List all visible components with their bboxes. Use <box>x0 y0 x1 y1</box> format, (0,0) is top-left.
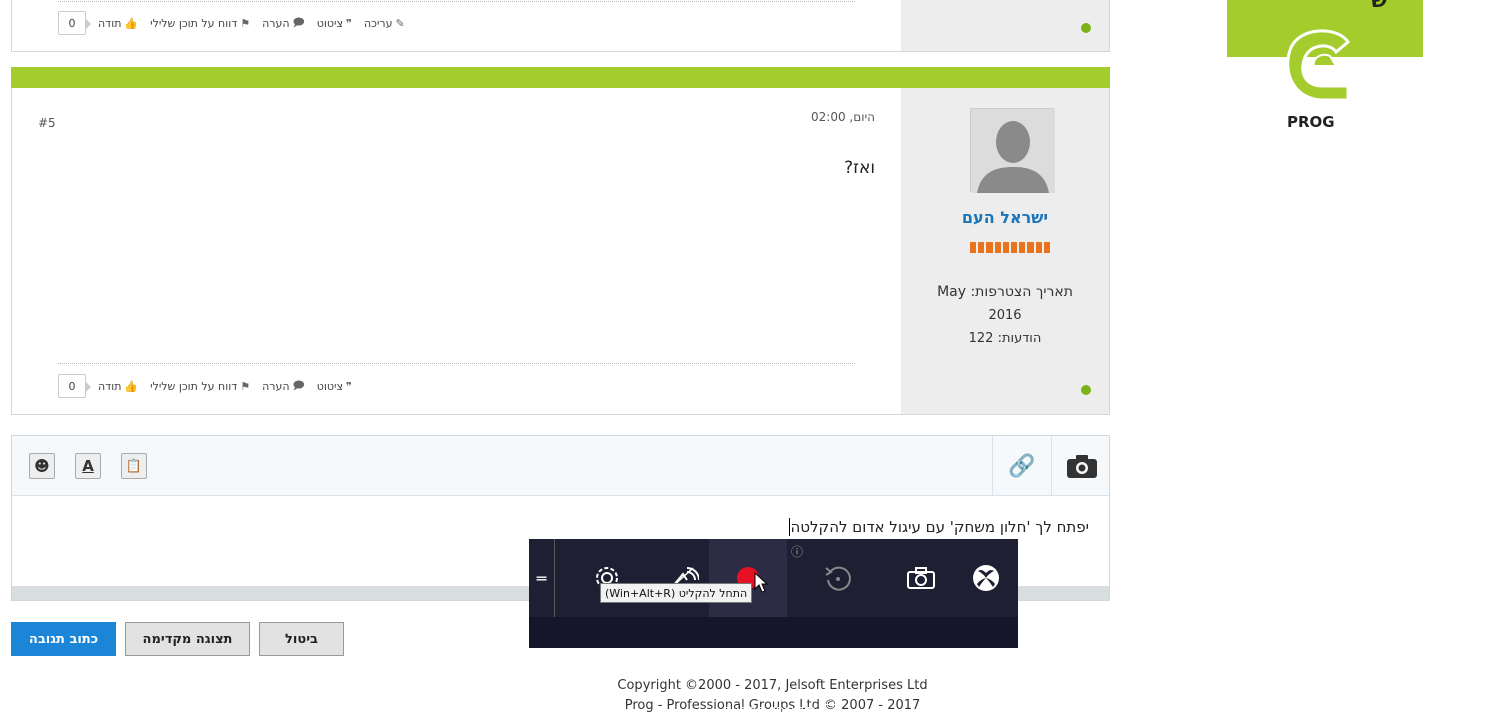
online-status-icon <box>1081 385 1091 395</box>
report-button[interactable]: דווח על תוכן שלילי ⚑ <box>150 17 250 30</box>
settings-gear-icon[interactable] <box>556 539 658 617</box>
cancel-button[interactable]: ביטול <box>259 622 344 656</box>
post-previous: 0 תודה 👍 דווח על תוכן שלילי ⚑ הערה 🗩 ציטוט ❞… <box>11 0 1110 52</box>
submit-reply-button[interactable]: כתוב תגובה <box>11 622 116 656</box>
post-header-bar <box>11 67 1110 88</box>
preview-button[interactable]: תצוגה מקדימה <box>125 622 250 656</box>
editor-textarea[interactable]: יפתח לך 'חלון משחק' עם עיגול אדום להקלטה <box>788 518 1090 536</box>
pencil-icon: ✎ <box>395 16 405 30</box>
quote-button[interactable]: ציטוט ❞ <box>317 17 352 30</box>
report-button[interactable]: דווח על תוכן שלילי ⚑ <box>150 380 250 393</box>
report-label: דווח על תוכן שלילי <box>150 379 238 393</box>
editor-text: יפתח לך 'חלון משחק' עם עיגול אדום להקלטה <box>790 518 1090 536</box>
flag-icon: ⚑ <box>240 16 251 30</box>
post: ישראל העם תאריך הצטרפות: May 2016 הודעות… <box>11 88 1110 415</box>
post-user-sidebar <box>901 0 1109 51</box>
mouse-pointer-icon <box>754 572 768 593</box>
thumbs-up-icon: 👍 <box>124 16 139 30</box>
post-actions: 0 תודה 👍 דווח על תוכן שלילי ⚑ הערה 🗩 ציטוט ❞… <box>58 11 405 35</box>
default-avatar-icon <box>971 109 1055 193</box>
speech-bubble-icon: 🗩 <box>292 378 305 392</box>
quote-label: ציטוט <box>316 16 344 30</box>
post-date: היום, 02:00 <box>811 110 875 124</box>
mic-label: מיקרופון הקלטה <box>722 703 816 718</box>
speech-bubble-icon: 🗩 <box>292 15 305 29</box>
quote-button[interactable]: ציטוט ❞ <box>317 380 352 393</box>
comment-button[interactable]: הערה 🗩 <box>262 377 305 396</box>
game-bar-options: מיקרופון הקלטה <box>529 617 1018 718</box>
rank-bar <box>970 242 1051 253</box>
report-label: דווח על תוכן שלילי <box>150 16 238 30</box>
avatar[interactable] <box>970 108 1055 193</box>
link-icon[interactable]: 🔗 <box>1004 450 1040 482</box>
toolbar-separator <box>992 436 993 496</box>
edit-label: עריכה <box>363 16 393 30</box>
thanks-button[interactable]: תודה 👍 <box>98 380 138 393</box>
smiley-icon[interactable]: ☻ <box>29 453 55 479</box>
comment-label: הערה <box>262 379 290 393</box>
post-divider <box>58 363 855 364</box>
post-count: הודעות: 122 <box>968 331 1042 346</box>
logo-fragment: ש <box>1371 0 1388 13</box>
username-link[interactable]: ישראל העם <box>901 208 1109 227</box>
mic-checkbox[interactable] <box>822 703 836 718</box>
quote-icon: ❞ <box>346 16 352 30</box>
record-mic-option[interactable]: מיקרופון הקלטה <box>723 703 836 718</box>
toolbar-separator <box>1051 436 1052 496</box>
text-cursor <box>788 518 790 536</box>
sidebar-pointer <box>901 134 911 150</box>
record-tooltip: התחל להקליט (Win+Alt+R) <box>600 583 753 603</box>
quote-icon: ❞ <box>346 379 352 393</box>
info-icon[interactable]: ⓘ <box>791 543 803 560</box>
thumbs-up-icon: 👍 <box>124 379 139 393</box>
post-number[interactable]: #5 <box>38 116 56 130</box>
editor-toolbar: ☻ A 📋 🔗 <box>12 436 1109 496</box>
post-divider <box>58 1 855 2</box>
post-actions: 0 תודה 👍 דווח על תוכן שלילי ⚑ הערה 🗩 ציטוט ❞ <box>58 374 352 398</box>
online-status-icon <box>1081 23 1091 33</box>
copyright-line: Copyright ©2000 - 2017, Jelsoft Enterpri… <box>617 678 928 693</box>
thanks-count: 0 <box>58 374 91 398</box>
screenshot-camera-icon[interactable] <box>889 539 953 617</box>
flag-icon: ⚑ <box>240 379 251 393</box>
post-content: ואז? <box>844 158 875 178</box>
edit-button[interactable]: עריכה ✎ <box>364 17 405 30</box>
paste-icon[interactable]: 📋 <box>121 453 147 479</box>
broadcast-icon[interactable] <box>658 539 709 617</box>
comment-label: הערה <box>262 16 290 30</box>
font-color-icon[interactable]: A <box>75 453 101 479</box>
post-user-sidebar: ישראל העם תאריך הצטרפות: May 2016 הודעות… <box>901 88 1109 414</box>
thanks-label: תודה <box>98 16 122 30</box>
thanks-label: תודה <box>98 379 122 393</box>
drag-handle-icon[interactable]: ═ <box>529 539 555 617</box>
quote-label: ציטוט <box>316 379 344 393</box>
prog-logo-icon[interactable] <box>1278 20 1368 120</box>
thanks-count: 0 <box>58 11 91 35</box>
xbox-icon[interactable] <box>953 539 1018 617</box>
game-bar-toolbar: ═ ⓘ <box>529 539 1018 617</box>
thanks-button[interactable]: תודה 👍 <box>98 17 138 30</box>
comment-button[interactable]: הערה 🗩 <box>262 14 305 33</box>
camera-icon[interactable] <box>1062 450 1102 482</box>
join-year: 2016 <box>988 308 1022 323</box>
record-button[interactable] <box>709 539 787 617</box>
logo-text: PROG <box>1287 113 1335 131</box>
join-date: תאריך הצטרפות: May <box>937 284 1073 300</box>
